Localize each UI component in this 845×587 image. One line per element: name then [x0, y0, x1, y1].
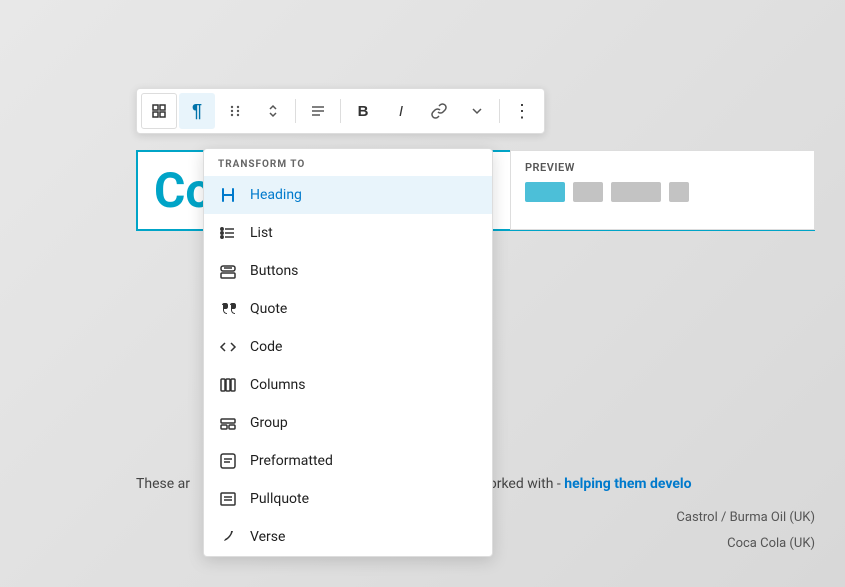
transform-heading-label: Heading [250, 187, 302, 203]
heading-icon [218, 185, 238, 205]
body-text-partial: These ar [136, 476, 190, 492]
preview-block-1 [525, 182, 565, 202]
transform-item-pullquote[interactable]: Pullquote [204, 480, 492, 518]
transform-item-quote[interactable]: Quote [204, 290, 492, 328]
transform-quote-label: Quote [250, 301, 287, 317]
divider-2 [340, 99, 341, 123]
list-icon [218, 223, 238, 243]
transform-list-label: List [250, 225, 273, 241]
verse-icon [218, 527, 238, 547]
transform-item-buttons[interactable]: Buttons [204, 252, 492, 290]
link-button[interactable] [421, 93, 457, 129]
transform-pullquote-label: Pullquote [250, 491, 309, 507]
preview-block-3 [611, 182, 661, 202]
more-options-button[interactable]: ⋮ [504, 93, 540, 129]
more-text-button[interactable] [459, 93, 495, 129]
buttons-icon [218, 261, 238, 281]
transform-verse-label: Verse [250, 529, 285, 545]
paragraph-button[interactable]: ¶ [179, 93, 215, 129]
transform-item-heading[interactable]: Heading [204, 176, 492, 214]
columns-icon [218, 375, 238, 395]
pullquote-icon [218, 489, 238, 509]
transform-item-columns[interactable]: Columns [204, 366, 492, 404]
italic-button[interactable]: I [383, 93, 419, 129]
transform-columns-label: Columns [250, 377, 305, 393]
group-icon [218, 413, 238, 433]
quote-icon [218, 299, 238, 319]
transform-group-label: Group [250, 415, 288, 431]
transform-item-code[interactable]: Code [204, 328, 492, 366]
divider-1 [295, 99, 296, 123]
preview-block-4 [669, 182, 689, 202]
move-button[interactable] [255, 93, 291, 129]
bold-button[interactable]: B [345, 93, 381, 129]
block-type-button[interactable] [141, 93, 177, 129]
transform-item-list[interactable]: List [204, 214, 492, 252]
transform-item-verse[interactable]: Verse [204, 518, 492, 556]
company-list: Castrol / Burma Oil (UK) Coca Cola (UK) [676, 505, 815, 557]
preview-content [525, 182, 800, 202]
preview-block-2 [573, 182, 603, 202]
transform-header: TRANSFORM TO [204, 149, 492, 176]
align-button[interactable] [300, 93, 336, 129]
preview-panel: PREVIEW [510, 150, 815, 230]
divider-3 [499, 99, 500, 123]
transform-code-label: Code [250, 339, 282, 355]
transform-preformatted-label: Preformatted [250, 453, 333, 469]
company-2: Coca Cola (UK) [676, 531, 815, 557]
transform-item-group[interactable]: Group [204, 404, 492, 442]
company-1: Castrol / Burma Oil (UK) [676, 505, 815, 531]
highlight-text: helping them develo [564, 476, 691, 492]
transform-item-preformatted[interactable]: Preformatted [204, 442, 492, 480]
editor-toolbar: ¶ [136, 88, 545, 134]
drag-handle-button[interactable] [217, 93, 253, 129]
code-icon [218, 337, 238, 357]
transform-dropdown: TRANSFORM TO Heading [203, 148, 493, 557]
transform-buttons-label: Buttons [250, 263, 298, 279]
preview-label: PREVIEW [525, 161, 800, 174]
preformatted-icon [218, 451, 238, 471]
